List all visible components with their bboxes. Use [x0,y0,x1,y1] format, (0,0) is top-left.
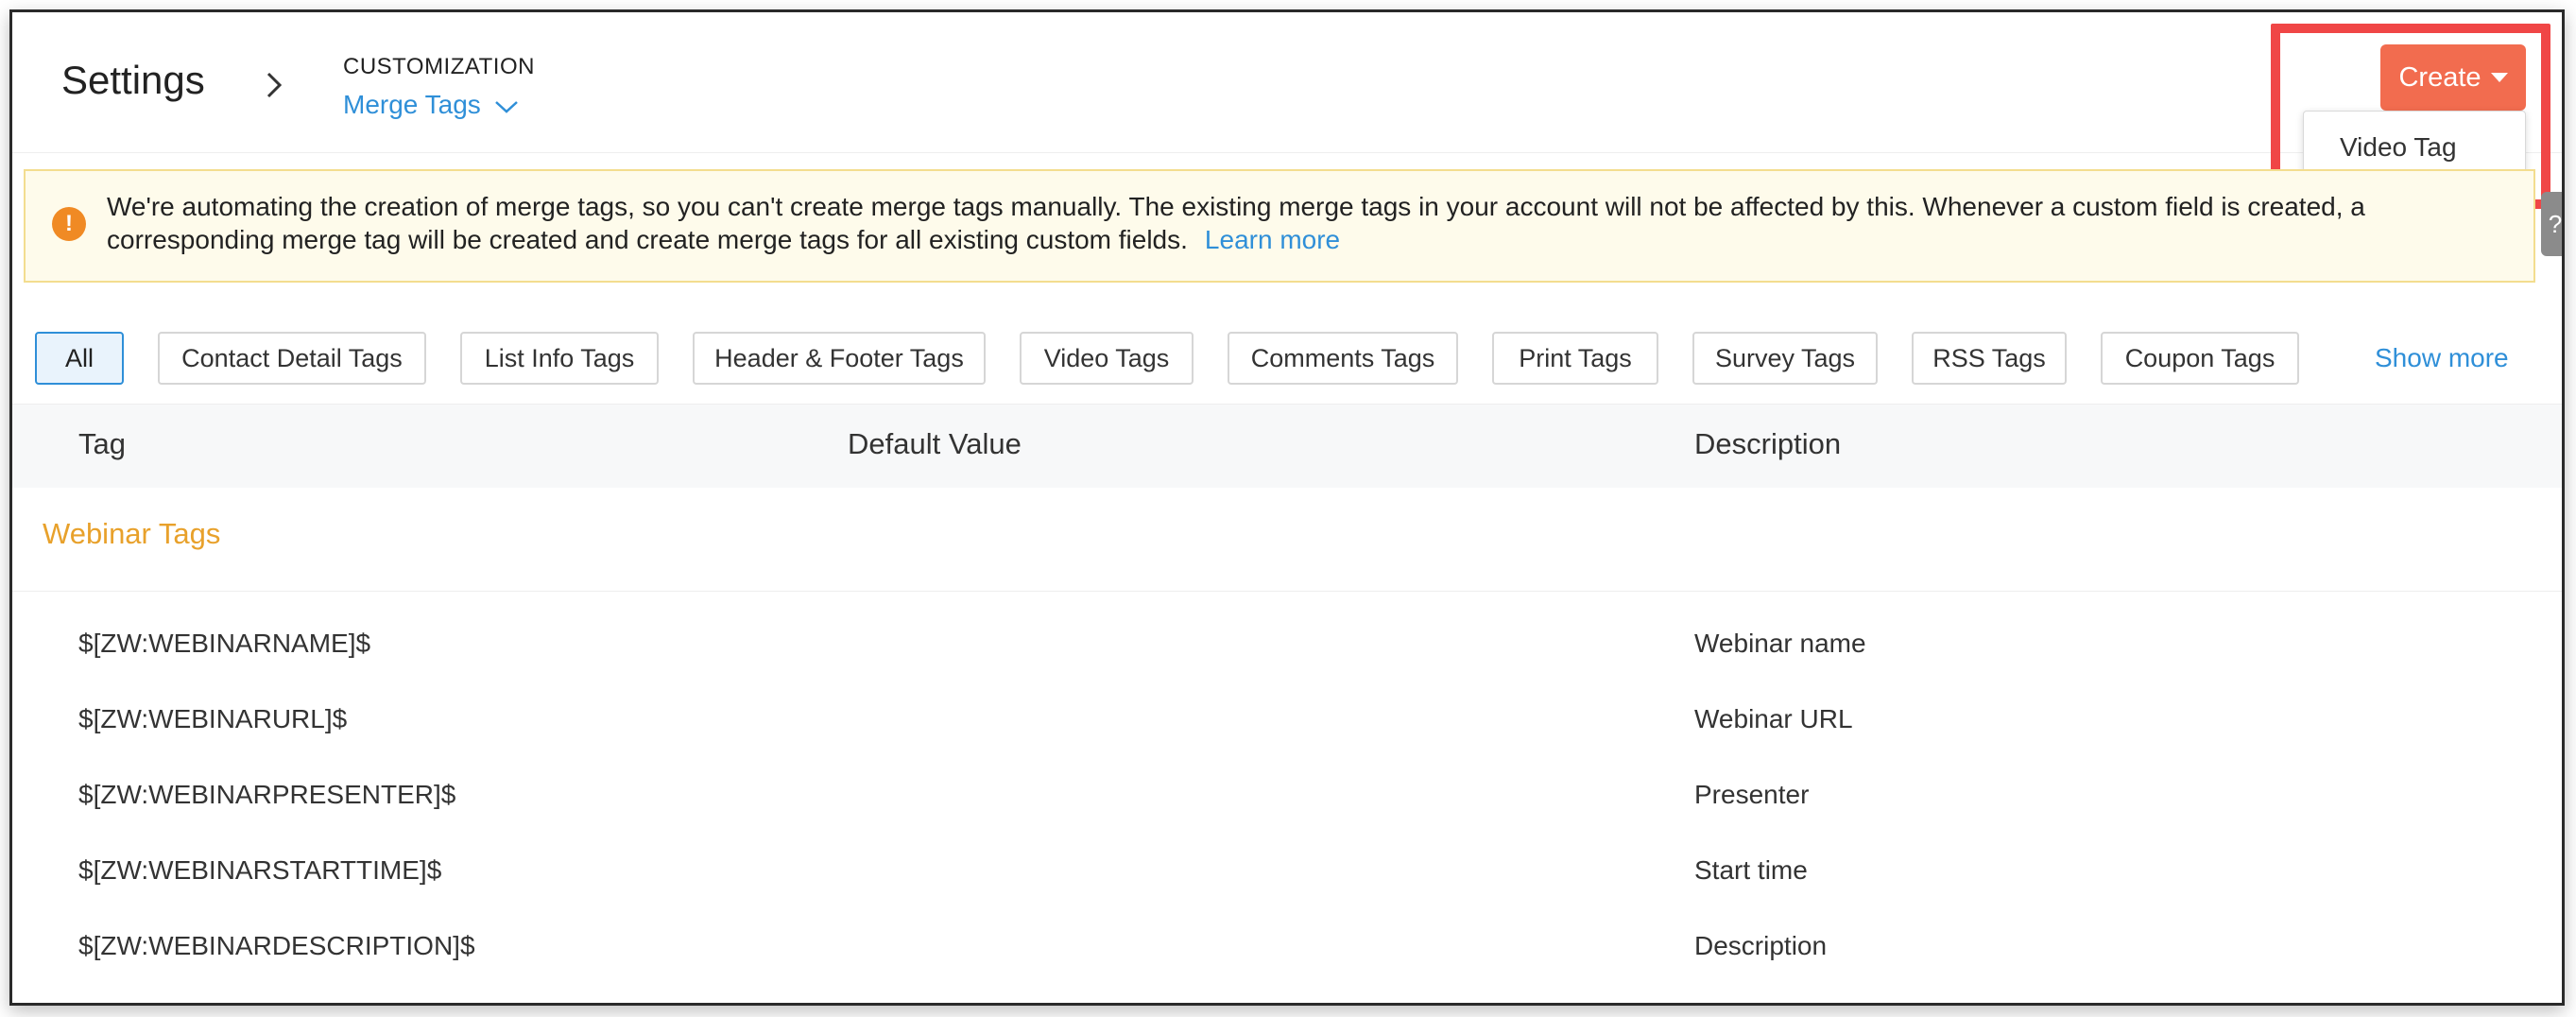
exclamation-icon: ! [52,207,86,241]
row-description: Presenter [1694,780,1810,809]
learn-more-link[interactable]: Learn more [1205,225,1340,254]
row-description: Start time [1694,855,1808,885]
breadcrumb-current-dropdown[interactable]: Merge Tags [343,90,519,120]
chevron-down-icon [494,100,518,113]
filter-chip-list-info-tags[interactable]: List Info Tags [460,332,659,385]
table-header: Tag Default Value Description [12,404,2562,488]
help-tab-handle[interactable]: ? [2541,192,2563,256]
filter-chip-all[interactable]: All [35,332,124,385]
filter-chip-contact-detail-tags[interactable]: Contact Detail Tags [158,332,426,385]
filter-chip-video-tags[interactable]: Video Tags [1020,332,1194,385]
filter-chip-survey-tags[interactable]: Survey Tags [1692,332,1878,385]
group-divider [12,591,2562,592]
filter-chip-coupon-tags[interactable]: Coupon Tags [2101,332,2299,385]
filter-chip-rss-tags[interactable]: RSS Tags [1912,332,2067,385]
row-tag-value: $[ZW:WEBINARDESCRIPTION]$ [78,931,475,960]
page-title: Settings [61,58,205,102]
row-description: Description [1694,931,1828,960]
question-icon: ? [2548,209,2563,238]
breadcrumb-section: CUSTOMIZATION [343,54,535,79]
group-title-webinar-tags: Webinar Tags [43,517,221,550]
filter-chip-comments-tags[interactable]: Comments Tags [1228,332,1458,385]
row-description: Webinar name [1694,629,1866,658]
header-divider [12,152,2562,153]
breadcrumb-current-label: Merge Tags [343,90,481,119]
filter-chip-print-tags[interactable]: Print Tags [1492,332,1658,385]
row-tag-value: $[ZW:WEBINARURL]$ [78,704,348,733]
alert-message: We're automating the creation of merge t… [107,190,2507,256]
column-header-tag: Tag [78,427,126,460]
show-more-link[interactable]: Show more [2375,343,2509,373]
column-header-description: Description [1694,427,1842,460]
app-window: Settings CUSTOMIZATION Merge Tags Create… [9,9,2565,1006]
row-tag-value: $[ZW:WEBINARNAME]$ [78,629,371,658]
column-header-default-value: Default Value [848,427,1022,460]
info-alert-banner: ! We're automating the creation of merge… [24,169,2535,283]
chevron-right-icon [266,72,283,98]
row-tag-value: $[ZW:WEBINARSTARTTIME]$ [78,855,442,885]
row-tag-value: $[ZW:WEBINARPRESENTER]$ [78,780,456,809]
row-description: Webinar URL [1694,704,1853,733]
filter-chip-header-footer-tags[interactable]: Header & Footer Tags [693,332,986,385]
